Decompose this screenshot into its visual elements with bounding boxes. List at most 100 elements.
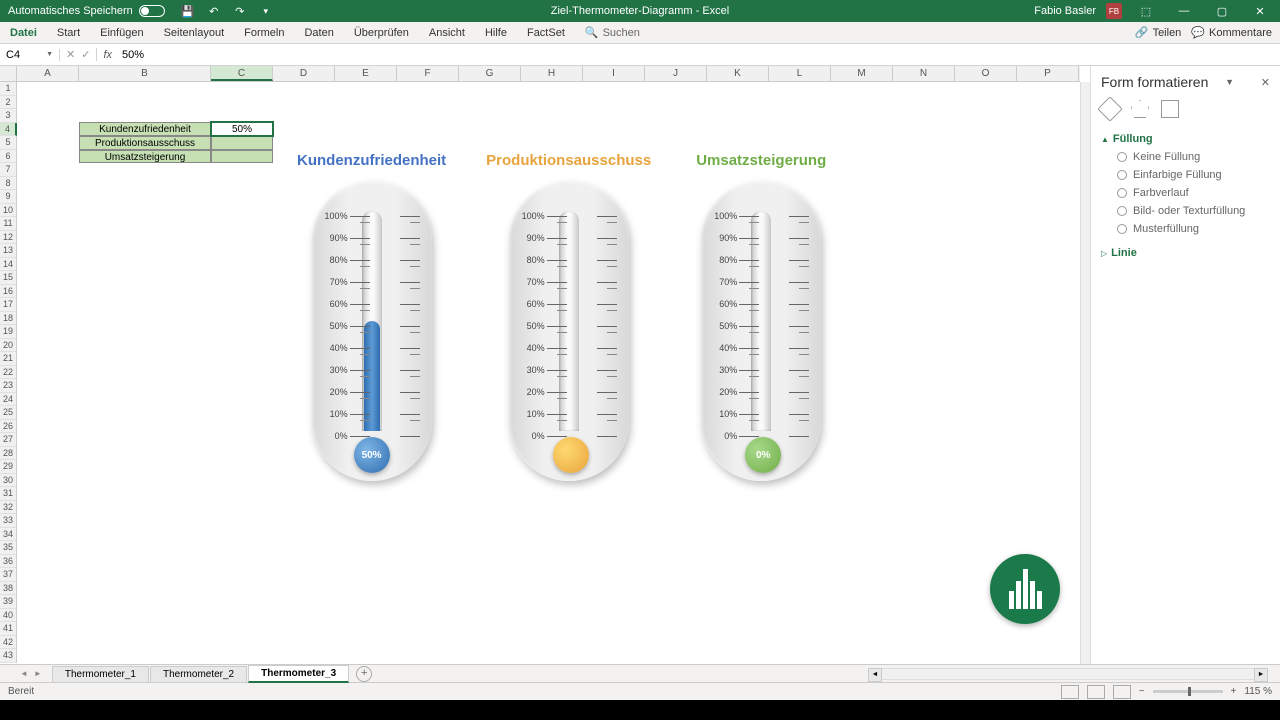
line-section[interactable]: ▷Linie (1101, 244, 1270, 262)
col-header-A[interactable]: A (17, 66, 79, 81)
col-header-B[interactable]: B (79, 66, 211, 81)
cell-c4[interactable]: 50% (211, 122, 273, 136)
col-header-N[interactable]: N (893, 66, 955, 81)
col-header-L[interactable]: L (769, 66, 831, 81)
row-header-29[interactable]: 29 (0, 460, 17, 474)
search-box[interactable]: 🔍 Suchen (575, 26, 640, 39)
row-header-32[interactable]: 32 (0, 501, 17, 515)
cell-b4[interactable]: Kundenzufriedenheit (79, 122, 211, 136)
user-avatar[interactable]: FB (1106, 3, 1122, 19)
page-layout-view-icon[interactable] (1087, 685, 1105, 699)
row-header-37[interactable]: 37 (0, 568, 17, 582)
row-header-39[interactable]: 39 (0, 595, 17, 609)
autosave-toggle[interactable]: Automatisches Speichern (0, 5, 173, 17)
row-header-23[interactable]: 23 (0, 379, 17, 393)
row-header-2[interactable]: 2 (0, 96, 17, 110)
tab-formeln[interactable]: Formeln (234, 27, 294, 39)
col-header-O[interactable]: O (955, 66, 1017, 81)
close-icon[interactable]: ✕ (1246, 0, 1274, 22)
cell-c6[interactable] (211, 150, 273, 164)
fill-option-picture[interactable]: Bild- oder Texturfüllung (1101, 202, 1270, 220)
tab-daten[interactable]: Daten (294, 27, 343, 39)
horizontal-scrollbar[interactable] (868, 668, 1268, 680)
maximize-icon[interactable]: ▢ (1208, 0, 1236, 22)
zoom-in-icon[interactable]: + (1231, 686, 1237, 697)
row-header-8[interactable]: 8 (0, 177, 17, 191)
sheet-nav-prev-icon[interactable]: ◄ (20, 669, 34, 678)
row-header-42[interactable]: 42 (0, 636, 17, 650)
tab-datei[interactable]: Datei (0, 27, 47, 39)
col-header-K[interactable]: K (707, 66, 769, 81)
col-header-E[interactable]: E (335, 66, 397, 81)
row-header-41[interactable]: 41 (0, 622, 17, 636)
tab-hilfe[interactable]: Hilfe (475, 27, 517, 39)
formula-input[interactable]: 50% (118, 49, 1280, 61)
row-header-13[interactable]: 13 (0, 244, 17, 258)
row-header-4[interactable]: 4 (0, 123, 17, 137)
chevron-down-icon[interactable]: ▼ (46, 51, 53, 58)
share-button[interactable]: 🔗Teilen (1135, 26, 1181, 39)
row-header-7[interactable]: 7 (0, 163, 17, 177)
fill-option-solid[interactable]: Einfarbige Füllung (1101, 166, 1270, 184)
row-header-38[interactable]: 38 (0, 582, 17, 596)
row-header-11[interactable]: 11 (0, 217, 17, 231)
row-header-33[interactable]: 33 (0, 514, 17, 528)
fill-option-none[interactable]: Keine Füllung (1101, 148, 1270, 166)
redo-icon[interactable]: ↷ (233, 4, 247, 18)
row-header-19[interactable]: 19 (0, 325, 17, 339)
comments-button[interactable]: 💬Kommentare (1191, 26, 1272, 39)
tab-seitenlayout[interactable]: Seitenlayout (154, 27, 235, 39)
fill-option-pattern[interactable]: Musterfüllung (1101, 220, 1270, 238)
col-header-P[interactable]: P (1017, 66, 1079, 81)
row-header-43[interactable]: 43 (0, 649, 17, 663)
row-header-20[interactable]: 20 (0, 339, 17, 353)
sheet-tab-1[interactable]: Thermometer_1 (52, 666, 149, 682)
row-header-10[interactable]: 10 (0, 204, 17, 218)
save-icon[interactable]: 💾 (181, 4, 195, 18)
row-header-9[interactable]: 9 (0, 190, 17, 204)
pane-close-icon[interactable]: ✕ (1261, 76, 1270, 89)
cell-b5[interactable]: Produktionsausschuss (79, 136, 211, 150)
tab-start[interactable]: Start (47, 27, 90, 39)
thermometer-3[interactable]: Umsatzsteigerung 100%90%80%70%60%50%40%3… (691, 152, 831, 491)
col-header-D[interactable]: D (273, 66, 335, 81)
fill-option-gradient[interactable]: Farbverlauf (1101, 184, 1270, 202)
undo-icon[interactable]: ↶ (207, 4, 221, 18)
col-header-F[interactable]: F (397, 66, 459, 81)
zoom-slider[interactable] (1153, 690, 1223, 693)
row-header-36[interactable]: 36 (0, 555, 17, 569)
zoom-level[interactable]: 115 % (1244, 686, 1272, 697)
row-header-14[interactable]: 14 (0, 258, 17, 272)
row-header-40[interactable]: 40 (0, 609, 17, 623)
fill-section[interactable]: ▲Füllung (1101, 130, 1270, 148)
user-name[interactable]: Fabio Basler (1034, 5, 1096, 17)
pane-options-icon[interactable]: ▼ (1225, 77, 1234, 87)
zoom-out-icon[interactable]: − (1139, 686, 1145, 697)
row-header-12[interactable]: 12 (0, 231, 17, 245)
page-break-view-icon[interactable] (1113, 685, 1131, 699)
accept-formula-icon[interactable]: ✓ (81, 48, 90, 61)
thermometer-1[interactable]: Kundenzufriedenheit 100%90%80%70%60%50%4… (297, 152, 446, 491)
row-header-22[interactable]: 22 (0, 366, 17, 380)
minimize-icon[interactable]: — (1170, 0, 1198, 22)
row-header-18[interactable]: 18 (0, 312, 17, 326)
vertical-scrollbar[interactable] (1080, 82, 1090, 664)
sheet-tab-2[interactable]: Thermometer_2 (150, 666, 247, 682)
tab-einfuegen[interactable]: Einfügen (90, 27, 153, 39)
row-header-34[interactable]: 34 (0, 528, 17, 542)
ribbon-options-icon[interactable]: ⬚ (1132, 0, 1160, 22)
row-header-25[interactable]: 25 (0, 406, 17, 420)
cell-c5[interactable] (211, 136, 273, 150)
col-header-C[interactable]: C (211, 66, 273, 81)
row-header-31[interactable]: 31 (0, 487, 17, 501)
sheet-tab-3[interactable]: Thermometer_3 (248, 665, 349, 683)
row-header-6[interactable]: 6 (0, 150, 17, 164)
col-header-I[interactable]: I (583, 66, 645, 81)
name-box[interactable]: C4 ▼ (0, 49, 60, 61)
size-props-icon[interactable] (1161, 100, 1179, 118)
col-header-M[interactable]: M (831, 66, 893, 81)
normal-view-icon[interactable] (1061, 685, 1079, 699)
row-header-35[interactable]: 35 (0, 541, 17, 555)
worksheet[interactable]: ABCDEFGHIJKLMNOP 12345678910111213141516… (0, 66, 1090, 664)
row-header-21[interactable]: 21 (0, 352, 17, 366)
